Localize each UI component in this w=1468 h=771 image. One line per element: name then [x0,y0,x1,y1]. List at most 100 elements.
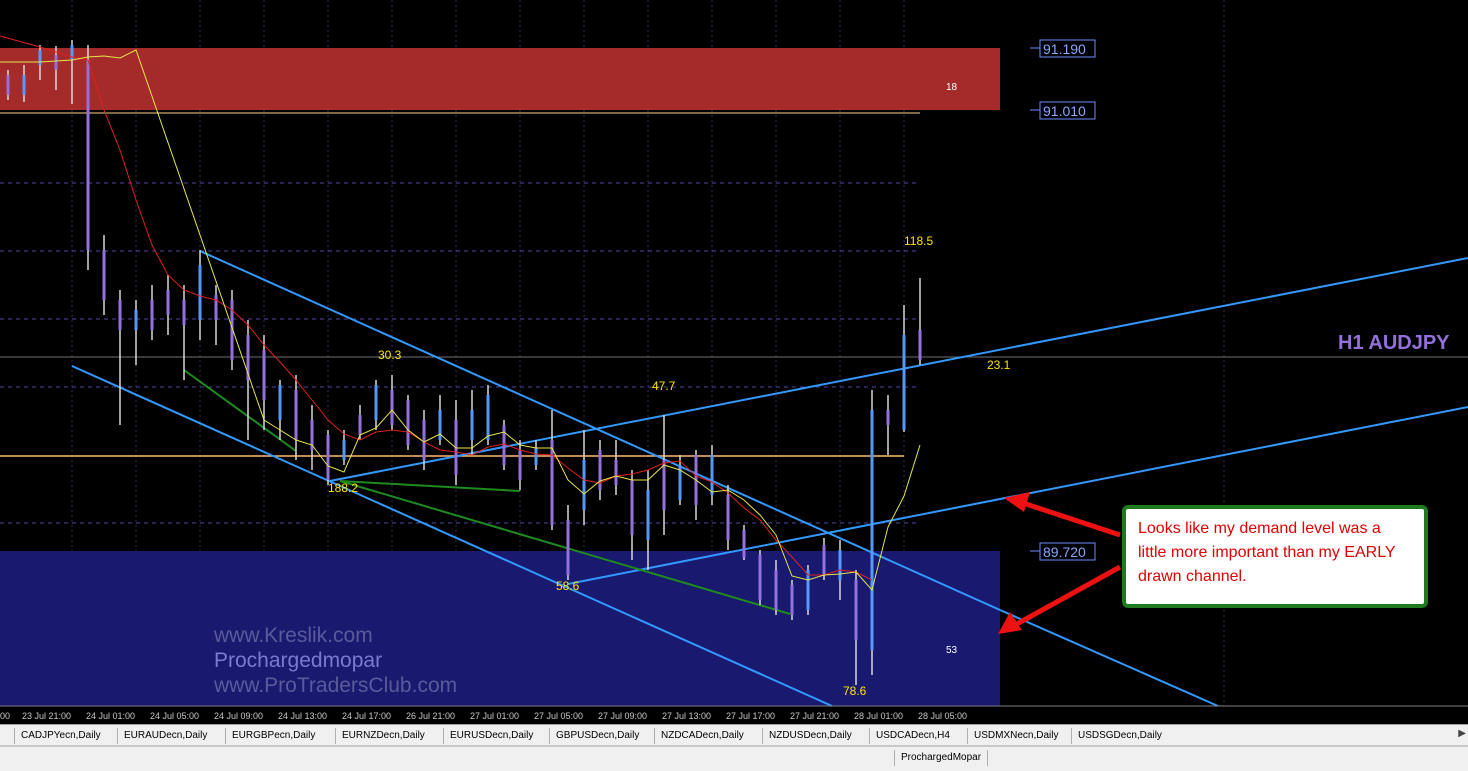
watermark-line-2: Prochargedmopar [214,649,382,672]
watermark-line-1: www.Kreslik.com [213,624,373,647]
candle-body [838,550,842,580]
symbol-tab[interactable]: USDSGDecn,Daily [1071,728,1168,744]
candle-body [198,265,202,320]
symbol-label: H1 AUDJPY [1338,332,1450,354]
candle-body [646,490,650,540]
candle-body [214,295,218,320]
candle-body [918,330,922,360]
time-axis-label: 24 Jul 05:00 [150,711,199,721]
symbol-tab[interactable]: GBPUSDecn,Daily [549,728,645,744]
candle-body [70,45,74,60]
time-axis-label: 27 Jul 17:00 [726,711,775,721]
symbol-tab[interactable]: EURUSDecn,Daily [443,728,539,744]
candle-body [278,385,282,420]
profile-status: ProchargedMopar [894,750,989,766]
value-label-30: 30.3 [378,348,402,362]
candle-body [630,480,634,535]
watermark-line-3: www.ProTradersClub.com [213,674,457,697]
candle-body [726,495,730,540]
candle-body [86,60,90,250]
candle-body [6,75,10,95]
candle-body [422,420,426,460]
candle-body [390,390,394,425]
candle-body [758,555,762,600]
tab-scroll-right-icon[interactable]: ▶ [1458,728,1466,739]
annotation-callout: Looks like my demand level was a little … [1122,505,1428,608]
price-label-91010: 91.010 [1043,103,1086,119]
candle-body [326,435,330,480]
value-label-118: 118.5 [904,234,933,248]
candle-body [262,350,266,400]
price-label-89720: 89.720 [1043,544,1086,560]
value-label-78: 78.6 [843,684,867,698]
time-axis-label: 26 Jul 21:00 [406,711,455,721]
arrow-to-channel-icon [1004,492,1030,512]
price-chart[interactable]: www.Kreslik.com Prochargedmopar www.ProT… [0,0,1468,724]
candle-body [790,585,794,615]
candle-body [598,450,602,490]
symbol-tab[interactable]: NZDCADecn,Daily [654,728,750,744]
candle-body [342,440,346,460]
supply-zone[interactable] [0,48,1000,110]
candle-body [870,410,874,650]
candle-body [102,250,106,300]
time-axis-label: 24 Jul 17:00 [342,711,391,721]
time-axis-label: 27 Jul 05:00 [534,711,583,721]
time-axis-label: 27 Jul 09:00 [598,711,647,721]
time-axis-label: 23 Jul 21:00 [22,711,71,721]
time-axis-label: 27 Jul 01:00 [470,711,519,721]
candle-body [774,570,778,610]
candle-body [406,400,410,445]
symbol-tab[interactable]: EURNZDecn,Daily [335,728,431,744]
value-label-47: 47.7 [652,379,676,393]
candle-body [518,450,522,480]
candle-body [582,460,586,510]
value-label-23: 23.1 [987,358,1011,372]
candle-body [806,570,810,610]
demand-zone-label: 53 [946,645,958,656]
candle-body [902,335,906,430]
symbol-tab[interactable]: USDMXNecn,Daily [967,728,1064,744]
candle-body [166,290,170,315]
candle-body [854,580,858,640]
symbol-tab-bar: CADJPYecn,Daily EURAUDecn,Daily EURGBPecn,… [0,724,1468,746]
candle-body [374,385,378,420]
time-axis-label: 27 Jul 13:00 [662,711,711,721]
time-axis-label: 28 Jul 05:00 [918,711,967,721]
candle-body [150,300,154,330]
price-label-91190: 91.190 [1043,41,1086,57]
candle-body [486,395,490,440]
candle-body [886,410,890,425]
time-axis-label: 28 Jul 01:00 [854,711,903,721]
symbol-tab[interactable]: USDCADecn,H4 [869,728,956,744]
symbol-tab[interactable]: EURAUDecn,Daily [117,728,213,744]
candle-body [118,300,122,330]
status-bar: ProchargedMopar [0,746,1468,771]
candle-body [38,50,42,65]
candle-body [566,520,570,575]
candle-body [822,545,826,575]
symbol-tab[interactable]: NZDUSDecn,Daily [762,728,858,744]
value-label-58: 58.6 [556,579,580,593]
time-axis-label: 24 Jul 01:00 [86,711,135,721]
candle-body [710,455,714,495]
candle-body [182,300,186,325]
value-label-188: 188.2 [328,481,358,495]
candle-body [358,415,362,435]
candle-body [550,440,554,525]
time-axis-label: 24 Jul 13:00 [278,711,327,721]
supply-zone-label: 18 [946,82,958,93]
candle-body [662,460,666,510]
candle-body [614,460,618,485]
symbol-tab[interactable]: EURGBPecn,Daily [225,728,321,744]
candle-body [294,390,298,440]
time-axis-label: 24 Jul 09:00 [214,711,263,721]
demand-zone[interactable] [0,551,1000,706]
candle-body [534,448,538,465]
symbol-tab[interactable]: CADJPYecn,Daily [14,728,107,744]
candle-body [470,410,474,440]
candle-body [502,425,506,465]
time-axis-label: 00 [0,711,10,721]
time-axis-label: 27 Jul 21:00 [790,711,839,721]
candle-body [742,530,746,558]
